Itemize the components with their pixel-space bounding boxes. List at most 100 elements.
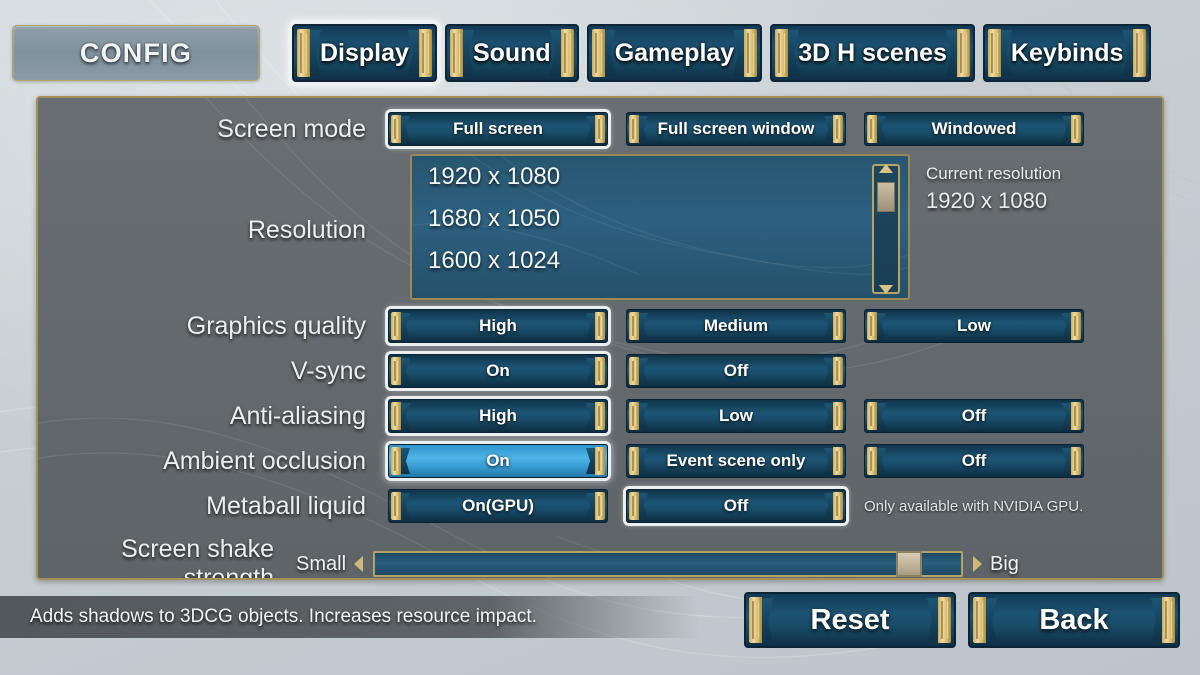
option-graphics-medium[interactable]: Medium: [626, 309, 846, 343]
notch-left-icon: [877, 448, 886, 474]
tab-gameplay[interactable]: Gameplay: [586, 24, 763, 82]
notch-right-icon: [824, 493, 833, 519]
settings-rows: Screen mode Full screen Full screen wind…: [38, 98, 1162, 578]
gold-cap-left-icon: [629, 492, 639, 520]
tab-label: Display: [320, 38, 409, 67]
gold-cap-right-icon: [833, 115, 843, 143]
notch-left-icon: [401, 313, 410, 339]
option-aa-low[interactable]: Low: [626, 399, 846, 433]
option-label: Low: [957, 316, 991, 335]
gold-cap-right-icon: [833, 312, 843, 340]
gold-cap-left-icon: [391, 312, 401, 340]
slider-track[interactable]: [373, 551, 964, 577]
option-metaball-off[interactable]: Off: [626, 489, 846, 523]
metaball-note: Only available with NVIDIA GPU.: [864, 497, 1084, 515]
notch-right-icon: [824, 403, 833, 429]
notch-right-icon: [1062, 448, 1071, 474]
row-label: Ambient occlusion: [163, 446, 366, 475]
gold-cap-right-icon: [833, 357, 843, 385]
reset-button[interactable]: Reset: [744, 592, 956, 648]
notch-left-icon: [639, 358, 648, 384]
screen-shake-slider[interactable]: Small Big: [296, 551, 1019, 577]
row-label: Graphics quality: [186, 311, 366, 340]
option-ao-on[interactable]: On: [388, 444, 608, 478]
gold-cap-right-icon: [595, 312, 605, 340]
option-full-screen[interactable]: Full screen: [388, 112, 608, 146]
notch-right-icon: [824, 313, 833, 339]
option-ao-event-scene-only[interactable]: Event scene only: [626, 444, 846, 478]
gold-cap-left-icon: [391, 402, 401, 430]
row-screen-shake: Screen shake strength Small Big: [38, 535, 1162, 578]
option-label: Event scene only: [666, 451, 806, 470]
option-label: Off: [961, 406, 987, 425]
resolution-list[interactable]: 1920 x 1080 1680 x 1050 1600 x 1024: [410, 154, 910, 300]
slider-left-arrow-icon[interactable]: [354, 556, 364, 572]
resolution-item[interactable]: 1600 x 1024: [412, 240, 908, 282]
tab-keybinds[interactable]: Keybinds: [982, 24, 1152, 82]
settings-panel: Screen mode Full screen Full screen wind…: [36, 96, 1164, 580]
tab-3d-h-scenes[interactable]: 3D H scenes: [770, 24, 975, 82]
notch-left-icon: [639, 493, 648, 519]
tab-label: Gameplay: [614, 38, 735, 67]
option-label: Full screen window: [657, 119, 815, 138]
row-vsync: V-sync On Off: [38, 354, 1162, 388]
slider-handle[interactable]: [895, 551, 922, 577]
resolution-item[interactable]: 1920 x 1080: [412, 156, 908, 198]
row-label: Screen mode: [217, 114, 366, 143]
row-label: Anti-aliasing: [229, 401, 366, 430]
gold-cap-right-icon: [418, 29, 432, 77]
row-metaball-liquid: Metaball liquid On(GPU) Off Only availab…: [38, 489, 1162, 523]
option-aa-high[interactable]: High: [388, 399, 608, 433]
notch-right-icon: [945, 30, 957, 76]
notch-left-icon: [877, 403, 886, 429]
tab-sound[interactable]: Sound: [444, 24, 579, 82]
gold-cap-left-icon: [629, 402, 639, 430]
option-windowed[interactable]: Windowed: [864, 112, 1084, 146]
gold-cap-left-icon: [987, 29, 1001, 77]
option-aa-off[interactable]: Off: [864, 399, 1084, 433]
notch-left-icon: [401, 493, 410, 519]
option-metaball-on-gpu[interactable]: On(GPU): [388, 489, 608, 523]
option-vsync-on[interactable]: On: [388, 354, 608, 388]
option-full-screen-window[interactable]: Full screen window: [626, 112, 846, 146]
gold-cap-right-icon: [1071, 447, 1081, 475]
option-label: High: [479, 316, 517, 335]
option-graphics-low[interactable]: Low: [864, 309, 1084, 343]
gold-cap-right-icon: [1071, 312, 1081, 340]
option-graphics-high[interactable]: High: [388, 309, 608, 343]
page-title: CONFIG: [12, 25, 260, 81]
gold-cap-right-icon: [1162, 597, 1175, 643]
notch-left-icon: [762, 598, 773, 642]
resolution-item[interactable]: 1680 x 1050: [412, 198, 908, 240]
option-vsync-off[interactable]: Off: [626, 354, 846, 388]
slider-min-label: Small: [296, 552, 347, 575]
gold-cap-left-icon: [391, 492, 401, 520]
option-label: On: [486, 361, 510, 380]
gold-cap-right-icon: [1071, 115, 1081, 143]
row-graphics-quality: Graphics quality High Medium Low: [38, 309, 1162, 343]
notch-left-icon: [986, 598, 997, 642]
gold-cap-right-icon: [833, 402, 843, 430]
notch-left-icon: [401, 358, 410, 384]
slider-right-arrow-icon[interactable]: [973, 556, 983, 572]
tooltip-text: Adds shadows to 3DCG objects. Increases …: [30, 606, 537, 627]
row-label: Resolution: [247, 216, 366, 244]
gold-cap-left-icon: [629, 115, 639, 143]
option-label: Windowed: [931, 119, 1017, 138]
tab-display[interactable]: Display: [292, 24, 437, 82]
option-ao-off[interactable]: Off: [864, 444, 1084, 478]
notch-right-icon: [586, 448, 595, 474]
notch-left-icon: [639, 403, 648, 429]
option-label: Medium: [703, 316, 769, 335]
notch-right-icon: [824, 358, 833, 384]
gold-cap-left-icon: [973, 597, 986, 643]
current-resolution-label: Current resolution: [926, 164, 1062, 183]
gold-cap-right-icon: [595, 115, 605, 143]
row-anti-aliasing: Anti-aliasing High Low Off: [38, 399, 1162, 433]
gold-cap-right-icon: [595, 357, 605, 385]
gold-cap-right-icon: [938, 597, 951, 643]
back-button[interactable]: Back: [968, 592, 1180, 648]
row-label: V-sync: [290, 356, 366, 385]
option-label: Full screen: [453, 119, 543, 138]
scroll-down-arrow-icon[interactable]: [879, 285, 893, 294]
